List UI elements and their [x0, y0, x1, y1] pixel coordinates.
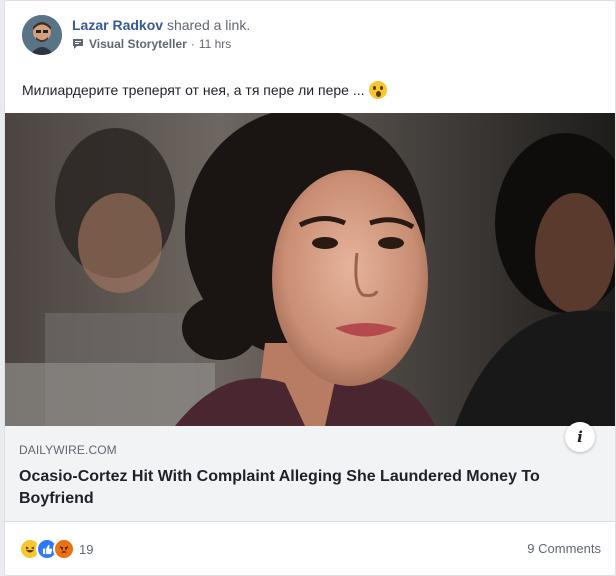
post-message-text: Милиардерите треперят от нея, а тя пере …	[22, 82, 365, 98]
author-name-link[interactable]: Lazar Radkov	[72, 17, 163, 33]
post-timestamp[interactable]: 11 hrs	[199, 37, 231, 51]
post-meta: Visual Storyteller · 11 hrs	[72, 37, 231, 51]
post-header: Lazar Radkov shared a link.	[72, 17, 250, 33]
post-message: Милиардерите треперят от нея, а тя пере …	[22, 81, 387, 99]
meta-separator: ·	[190, 37, 195, 51]
avatar-image	[22, 15, 62, 55]
post-card: Lazar Radkov shared a link. Visual Story…	[4, 0, 616, 576]
wow-emoji-icon	[368, 81, 387, 99]
link-domain: DAILYWIRE.COM	[19, 443, 117, 457]
reactions-summary[interactable]: 19	[19, 538, 93, 560]
avatar[interactable]	[22, 15, 62, 55]
photo-illustration	[5, 113, 615, 426]
reaction-count: 19	[79, 541, 94, 557]
link-preview-box[interactable]: DAILYWIRE.COM Ocasio-Cortez Hit With Com…	[5, 426, 615, 522]
comments-count-link[interactable]: 9 Comments	[527, 541, 601, 556]
share-action-text: shared a link.	[166, 17, 251, 33]
info-icon[interactable]: i	[565, 422, 595, 452]
quote-bubble-icon	[73, 39, 83, 49]
page-name-link[interactable]: Visual Storyteller	[89, 37, 187, 51]
link-headline[interactable]: Ocasio-Cortez Hit With Complaint Allegin…	[19, 466, 589, 510]
link-preview-image[interactable]	[5, 113, 615, 426]
angry-icon	[53, 538, 75, 560]
